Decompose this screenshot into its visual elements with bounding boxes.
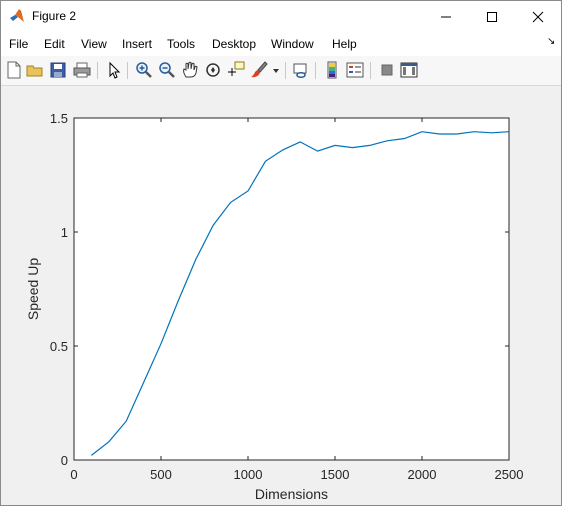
line-chart[interactable]: 0 500 1000 1500 2000 250000.511.5 Dimensions … [1,86,561,505]
open-file-icon[interactable] [26,61,44,79]
minimize-icon [441,16,451,17]
toolbar-separator [315,62,316,79]
y-axis-label: Speed Up [25,258,41,320]
maximize-button[interactable] [469,1,515,32]
y-tick-label: 0.5 [50,339,68,354]
close-button[interactable] [515,1,561,32]
zoom-out-icon[interactable] [158,61,176,79]
y-tick-label: 0 [61,453,68,468]
x-axis-label: Dimensions [255,486,328,502]
menu-view[interactable]: View [81,37,107,51]
axes-box [73,117,510,461]
rotate-3d-icon[interactable] [204,61,222,79]
toolbar-separator [285,62,286,79]
menu-window[interactable]: Window [271,37,314,51]
brush-icon[interactable] [250,61,268,79]
hide-plot-tools-icon[interactable] [378,61,396,79]
x-tick-label: 0 [70,467,77,482]
new-figure-icon[interactable] [5,61,23,79]
minimize-button[interactable] [423,1,469,32]
plot-area: 0 500 1000 1500 2000 2500 0 0.5 1 1.5 Dimensions … [1,86,561,505]
toolbar-separator [97,62,98,79]
zoom-in-icon[interactable] [135,61,153,79]
maximize-icon [487,11,497,22]
figure-window: Figure 2 File Edit View Insert Tools Des… [0,0,562,506]
close-icon [532,11,544,22]
toolbar-separator [370,62,371,79]
print-icon[interactable] [73,61,91,79]
colorbar-icon[interactable] [323,61,341,79]
x-tick-label: 500 [150,467,172,482]
window-title: Figure 2 [32,9,77,23]
y-tick-label: 1.5 [50,111,68,126]
matlab-logo-icon [10,9,24,22]
x-tick-label: 1500 [321,467,350,482]
y-tick-label: 1 [61,225,68,240]
menu-help[interactable]: Help [332,37,357,51]
data-cursor-icon[interactable] [227,61,245,79]
save-icon[interactable] [49,61,67,79]
dock-arrow-icon[interactable]: ↘ [547,36,555,47]
x-tick-label: 2000 [408,467,437,482]
menu-tools[interactable]: Tools [167,37,195,51]
menu-edit[interactable]: Edit [44,37,65,51]
menu-insert[interactable]: Insert [122,37,152,51]
menu-bar: File Edit View Insert Tools Desktop Wind… [1,32,561,56]
figure-toolbar [1,56,561,86]
link-plot-icon[interactable] [292,61,310,79]
menu-desktop[interactable]: Desktop [212,37,256,51]
title-bar[interactable]: Figure 2 [1,1,561,32]
x-tick-label: 1000 [234,467,263,482]
menu-file[interactable]: File [9,37,28,51]
show-plot-tools-icon[interactable] [400,61,418,79]
x-tick-label: 2500 [495,467,524,482]
legend-icon[interactable] [346,61,364,79]
brush-dropdown-icon[interactable] [271,61,281,79]
toolbar-separator [127,62,128,79]
pointer-icon[interactable] [105,61,123,79]
pan-icon[interactable] [181,61,199,79]
